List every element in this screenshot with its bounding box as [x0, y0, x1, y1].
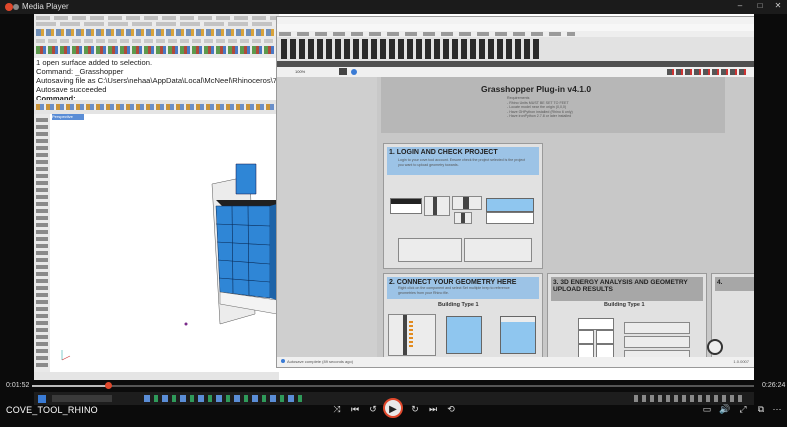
fullscreen-icon[interactable]: ⤢: [736, 404, 750, 415]
windows-start-icon: [38, 395, 46, 403]
building-type-label: Building Type 1: [604, 302, 645, 308]
panel-connect-geometry: 2. CONNECT YOUR GEOMETRY HERE Right clic…: [383, 273, 543, 357]
result-panel[interactable]: [624, 336, 690, 348]
result-panel[interactable]: [578, 344, 594, 357]
command-line: Command: _Grasshopper: [36, 67, 124, 76]
rhino-side-toolbar[interactable]: [34, 114, 50, 372]
geometry-input-component[interactable]: [388, 314, 436, 356]
canvas-tool-icon[interactable]: [339, 68, 347, 75]
project-info-panel[interactable]: [486, 198, 534, 212]
canvas-display-icons[interactable]: [667, 69, 747, 75]
geometry-panel[interactable]: [500, 316, 536, 354]
video-name: COVE_TOOL_RHINO: [6, 405, 98, 415]
rhino-perspective-viewport[interactable]: [50, 114, 280, 372]
minimize-button[interactable]: –: [734, 1, 746, 10]
total-time: 0:26:24: [762, 382, 786, 389]
rhino-toolbars: [34, 14, 279, 58]
play-icon: ▶: [389, 404, 397, 415]
window-title: Media Player: [22, 2, 69, 11]
viewport-tab[interactable]: Perspective: [52, 114, 84, 120]
app-secondary-icon: [13, 4, 19, 10]
version-text: 1.0.0007: [733, 359, 749, 364]
rewind-icon[interactable]: ↺: [366, 404, 380, 415]
preview-icon[interactable]: [351, 69, 357, 75]
panel-note: Right click on the component and select …: [398, 286, 510, 295]
plugin-header: Grasshopper Plug-in v4.1.0 Requirements …: [381, 77, 725, 133]
grasshopper-window: 100% Grasshopper Plug-in v4.1.0 Requirem…: [276, 16, 754, 368]
panel-login: 1. LOGIN AND CHECK PROJECT Login to your…: [383, 143, 543, 269]
panel-title: 3. 3D ENERGY ANALYSIS AND GEOMETRY UPLOA…: [551, 277, 703, 301]
result-panel[interactable]: [578, 330, 594, 344]
gh-component-ribbon[interactable]: [277, 37, 754, 61]
group-box: [464, 238, 532, 262]
requirements-text: Requirements - Rhino Units MUST BE SET T…: [507, 96, 573, 118]
repeat-icon[interactable]: ⟲: [444, 404, 458, 415]
zoom-level[interactable]: 100%: [295, 69, 305, 74]
small-component[interactable]: [454, 212, 472, 224]
current-time: 0:01:52: [6, 382, 30, 389]
command-line: Autosaving file as C:\Users\nehaa\AppDat…: [36, 76, 319, 85]
panel-title: 4.: [715, 277, 754, 291]
panel-energy-analysis: 3. 3D ENERGY ANALYSIS AND GEOMETRY UPLOA…: [547, 273, 707, 357]
rhino-osnap-toolbar: [34, 100, 279, 114]
more-icon[interactable]: ⋯: [770, 404, 784, 415]
login-component[interactable]: [390, 198, 422, 214]
media-player-logo-icon: [5, 3, 13, 11]
command-line: Autosave succeeded: [36, 85, 107, 94]
rhino-command-history: 1 open surface added to selection. Comma…: [34, 58, 319, 103]
project-output-panel[interactable]: [486, 212, 534, 224]
status-icon: [281, 359, 285, 363]
project-component[interactable]: [424, 196, 450, 216]
play-button[interactable]: ▶: [383, 398, 403, 418]
captions-icon[interactable]: ▭: [700, 404, 714, 415]
miniplayer-icon[interactable]: ⧉: [754, 404, 768, 415]
panel-note: Login to your cove.tool account. Ensure …: [398, 158, 526, 167]
group-box: [398, 238, 462, 262]
command-line: 1 open surface added to selection.: [36, 58, 153, 67]
close-button[interactable]: ✕: [772, 1, 784, 10]
shuffle-icon[interactable]: ⤨: [330, 404, 344, 415]
forward-icon[interactable]: ↻: [408, 404, 422, 415]
result-panel[interactable]: [578, 318, 614, 330]
next-icon[interactable]: ⏭: [426, 404, 440, 415]
navigation-widget-icon[interactable]: [707, 339, 723, 355]
seek-bar[interactable]: [32, 385, 754, 387]
gh-left-canvas[interactable]: [277, 77, 377, 357]
result-panel[interactable]: [624, 322, 690, 334]
seek-thumb[interactable]: [104, 382, 112, 389]
media-player-titlebar: Media Player – □ ✕: [0, 0, 787, 14]
previous-icon[interactable]: ⏮: [348, 404, 362, 415]
status-text: Autosave complete (89 seconds ago): [287, 359, 354, 364]
building-type-label: Building Type 1: [438, 302, 479, 308]
rhino-viewport-tabs-bar: [34, 372, 279, 380]
gh-statusbar: Autosave complete (89 seconds ago) 1.0.0…: [277, 357, 754, 367]
volume-icon[interactable]: 🔊: [718, 404, 732, 415]
plugin-title: Grasshopper Plug-in v4.1.0: [481, 84, 592, 94]
gh-canvas-toolbar: 100%: [277, 67, 754, 77]
taskbar-tray: [634, 395, 744, 402]
taskbar-search-box: [52, 395, 112, 402]
geometry-panel[interactable]: [446, 316, 482, 354]
gh-canvas[interactable]: Grasshopper Plug-in v4.1.0 Requirements …: [377, 77, 754, 357]
seek-bar-progress: [32, 385, 108, 387]
result-panel[interactable]: [596, 344, 614, 357]
maximize-button[interactable]: □: [754, 1, 766, 10]
gh-menubar[interactable]: [277, 24, 754, 31]
result-panel[interactable]: [624, 350, 690, 357]
gh-titlebar: [277, 17, 754, 24]
video-frame[interactable]: 1 open surface added to selection. Comma…: [34, 14, 754, 380]
check-component[interactable]: [452, 196, 482, 210]
building-model: [61, 163, 280, 361]
result-panel[interactable]: [596, 330, 614, 344]
taskbar-app-icons: [144, 395, 304, 402]
